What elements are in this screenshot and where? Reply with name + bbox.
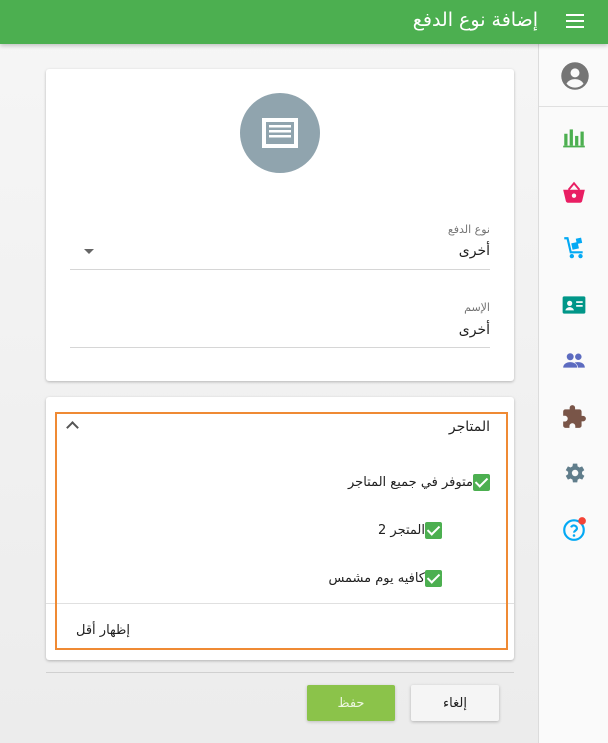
- hand-truck-icon[interactable]: [561, 235, 587, 261]
- actions-divider: [46, 672, 514, 673]
- name-label: الإسم: [464, 301, 490, 314]
- chevron-up-icon[interactable]: [66, 421, 79, 434]
- bar-chart-icon[interactable]: [561, 124, 587, 150]
- payment-type-avatar[interactable]: [240, 93, 320, 173]
- people-icon[interactable]: [561, 347, 587, 373]
- all-stores-option[interactable]: متوفر في جميع المتاجر: [348, 474, 490, 491]
- all-stores-label: متوفر في جميع المتاجر: [347, 475, 473, 490]
- store-label: المتجر 2: [378, 523, 425, 538]
- name-underline: [70, 347, 490, 348]
- contact-card-icon[interactable]: [561, 292, 587, 318]
- store-option[interactable]: المتجر 2: [378, 522, 442, 539]
- menu-icon[interactable]: [566, 12, 584, 32]
- page-title: إضافة نوع الدفع: [412, 9, 538, 31]
- sidebar-account-section: [539, 44, 608, 107]
- payment-type-select[interactable]: أخرى: [459, 243, 490, 259]
- payment-type-label: نوع الدفع: [447, 223, 490, 236]
- stores-card: المتاجر متوفر في جميع المتاجر المتجر 2 ك…: [46, 397, 514, 660]
- notification-badge-icon: [578, 517, 586, 525]
- gear-icon[interactable]: [561, 460, 587, 486]
- sidebar-nav: [538, 44, 608, 743]
- stores-title: المتاجر: [448, 419, 490, 435]
- stores-divider: [46, 603, 514, 604]
- store-checkbox[interactable]: [425, 522, 442, 539]
- account-circle-icon[interactable]: [560, 61, 590, 91]
- store-checkbox[interactable]: [425, 570, 442, 587]
- basket-icon[interactable]: [561, 180, 587, 206]
- save-button[interactable]: حفظ: [307, 685, 395, 721]
- cancel-button[interactable]: إلغاء: [411, 685, 499, 721]
- payment-type-card: نوع الدفع أخرى الإسم أخرى: [46, 69, 514, 381]
- app-header: إضافة نوع الدفع: [0, 0, 608, 44]
- dropdown-arrow-icon[interactable]: [84, 249, 94, 254]
- puzzle-icon[interactable]: [561, 404, 587, 430]
- store-option[interactable]: كافيه يوم مشمس: [328, 570, 442, 587]
- all-stores-checkbox[interactable]: [473, 474, 490, 491]
- show-less-link[interactable]: إظهار أقل: [76, 623, 130, 638]
- store-label: كافيه يوم مشمس: [328, 571, 425, 586]
- help-icon[interactable]: [561, 516, 587, 542]
- payment-type-underline: [70, 269, 490, 270]
- receipt-icon: [262, 118, 298, 148]
- name-input[interactable]: أخرى: [459, 322, 490, 338]
